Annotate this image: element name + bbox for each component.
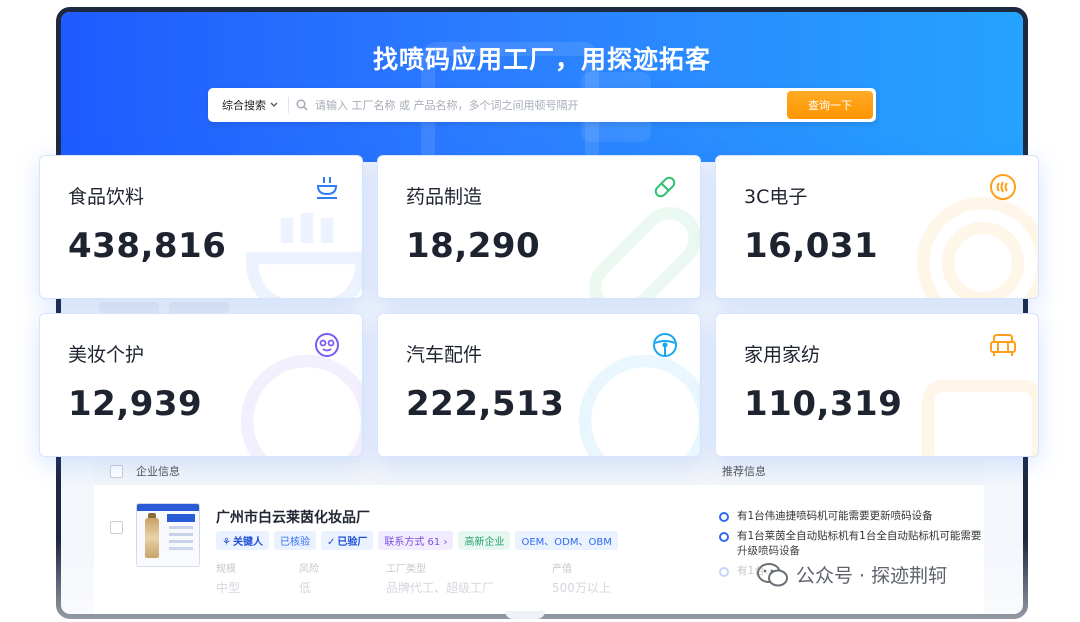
hero-banner: 找喷码应用工厂，用探迹拓客 综合搜索 查询一下 — [61, 12, 1023, 180]
steering-wheel-icon — [578, 354, 700, 456]
category-card-electronics[interactable]: 3C电子 16,031 — [715, 155, 1039, 299]
recommendation-text: 有1台莱茵全自动贴标机有1台全自动贴标机可能需要升级喷码设备 — [737, 530, 982, 557]
tag-label: 已验厂 — [337, 537, 368, 548]
meta-value: 500万以上 — [552, 581, 611, 595]
category-label: 食品饮料 — [68, 186, 145, 208]
scroll-hint — [505, 611, 545, 619]
category-label: 汽车配件 — [406, 344, 483, 366]
tag-key-person[interactable]: ⚘ 关键人 — [216, 531, 269, 550]
wechat-icon — [757, 562, 788, 586]
face-icon — [315, 333, 339, 357]
category-count: 12,939 — [68, 384, 203, 424]
category-card-beauty[interactable]: 美妆个护 12,939 — [39, 313, 363, 457]
thumbnail-line — [169, 533, 193, 536]
bullet-icon — [719, 512, 729, 522]
table-header: 企业信息 推荐信息 — [94, 457, 984, 485]
row-checkbox[interactable] — [110, 521, 123, 534]
search-bar: 综合搜索 查询一下 — [208, 88, 876, 122]
category-label: 3C电子 — [744, 186, 808, 208]
meta-value: 品牌代工、超级工厂 — [386, 581, 495, 595]
steering-wheel-icon — [653, 333, 677, 357]
search-button[interactable]: 查询一下 — [787, 91, 873, 119]
thumbnail-label — [167, 514, 195, 522]
thumbnail-line — [169, 526, 193, 529]
results-table: 企业信息 推荐信息 广州市白云莱茵化妆品厂 ⚘ 关键人 已核验 ✓ 已验厂 联系方式… — [94, 457, 984, 614]
category-card-home[interactable]: 家用家纺 110,319 — [715, 313, 1039, 457]
meta-label: 风险 — [299, 564, 319, 575]
chevron-right-icon: › — [443, 537, 448, 548]
tag-visited[interactable]: ✓ 已验厂 — [320, 531, 374, 550]
category-count: 222,513 — [406, 384, 565, 424]
signal-arcs-icon — [916, 196, 1038, 298]
company-thumbnail[interactable] — [136, 503, 200, 567]
page-title: 找喷码应用工厂，用探迹拓客 — [372, 45, 711, 74]
search-type-label: 综合搜索 — [222, 99, 266, 112]
bottle-image — [145, 518, 159, 558]
recommendation-item[interactable]: 有1台莱茵全自动贴标机有1台全自动贴标机可能需要升级喷码设备 — [719, 529, 989, 559]
sofa-icon — [921, 379, 1038, 456]
tag-label: 联系方式 61 — [384, 537, 441, 548]
bullet-icon — [719, 567, 729, 577]
company-tags: ⚘ 关键人 已核验 ✓ 已验厂 联系方式 61 › 高新企业 OEM、ODM、OBM — [216, 531, 618, 550]
chevron-down-icon — [270, 102, 278, 107]
select-all-checkbox[interactable] — [110, 465, 123, 478]
pill-icon — [589, 207, 700, 298]
thumbnail-banner — [137, 504, 199, 511]
tag-oem[interactable]: OEM、ODM、OBM — [515, 531, 618, 550]
search-input[interactable] — [315, 98, 787, 112]
check-circle-icon: ✓ — [326, 537, 336, 548]
category-label: 美妆个护 — [68, 344, 145, 366]
category-count: 110,319 — [744, 384, 903, 424]
meta-value: 低 — [299, 581, 312, 595]
category-label: 药品制造 — [406, 186, 483, 208]
column-header-company: 企业信息 — [136, 465, 180, 478]
pill-icon — [654, 176, 676, 198]
thumbnail-line — [169, 547, 193, 550]
category-card-food[interactable]: 食品饮料 438,816 — [39, 155, 363, 299]
tag-high-tech[interactable]: 高新企业 — [458, 531, 511, 550]
bullet-icon — [719, 532, 729, 542]
tag-verified[interactable]: 已核验 — [273, 531, 316, 550]
watermark-text: 公众号 · 探迹荆轲 — [796, 565, 948, 587]
recommendation-text: 有1台伟迪捷喷码机可能需要更新喷码设备 — [737, 510, 933, 522]
meta-value: 中型 — [216, 581, 241, 595]
company-name-link[interactable]: 广州市白云莱茵化妆品厂 — [216, 507, 370, 527]
category-count: 18,290 — [406, 226, 541, 266]
thumbnail-line — [169, 540, 193, 543]
meta-label: 工厂类型 — [386, 564, 426, 575]
sofa-icon — [990, 334, 1016, 356]
wechat-watermark: 公众号 · 探迹荆轲 — [756, 561, 947, 588]
category-card-pharma[interactable]: 药品制造 18,290 — [377, 155, 701, 299]
search-icon — [289, 99, 315, 111]
category-count: 438,816 — [68, 226, 227, 266]
search-type-dropdown[interactable]: 综合搜索 — [208, 97, 288, 113]
category-label: 家用家纺 — [744, 344, 821, 366]
meta-label: 产值 — [552, 564, 572, 575]
face-icon — [240, 354, 362, 456]
bowl-icon — [316, 177, 338, 199]
signal-arcs-icon — [990, 174, 1016, 200]
people-icon: ⚘ — [222, 537, 231, 548]
bowl-icon — [245, 213, 362, 298]
meta-label: 规模 — [216, 564, 236, 575]
tag-label: 关键人 — [232, 537, 263, 548]
category-card-auto[interactable]: 汽车配件 222,513 — [377, 313, 701, 457]
category-count: 16,031 — [744, 226, 879, 266]
column-header-recommend: 推荐信息 — [722, 465, 766, 478]
recommendation-item[interactable]: 有1台伟迪捷喷码机可能需要更新喷码设备 — [719, 509, 989, 524]
tag-contact[interactable]: 联系方式 61 › — [378, 531, 454, 550]
